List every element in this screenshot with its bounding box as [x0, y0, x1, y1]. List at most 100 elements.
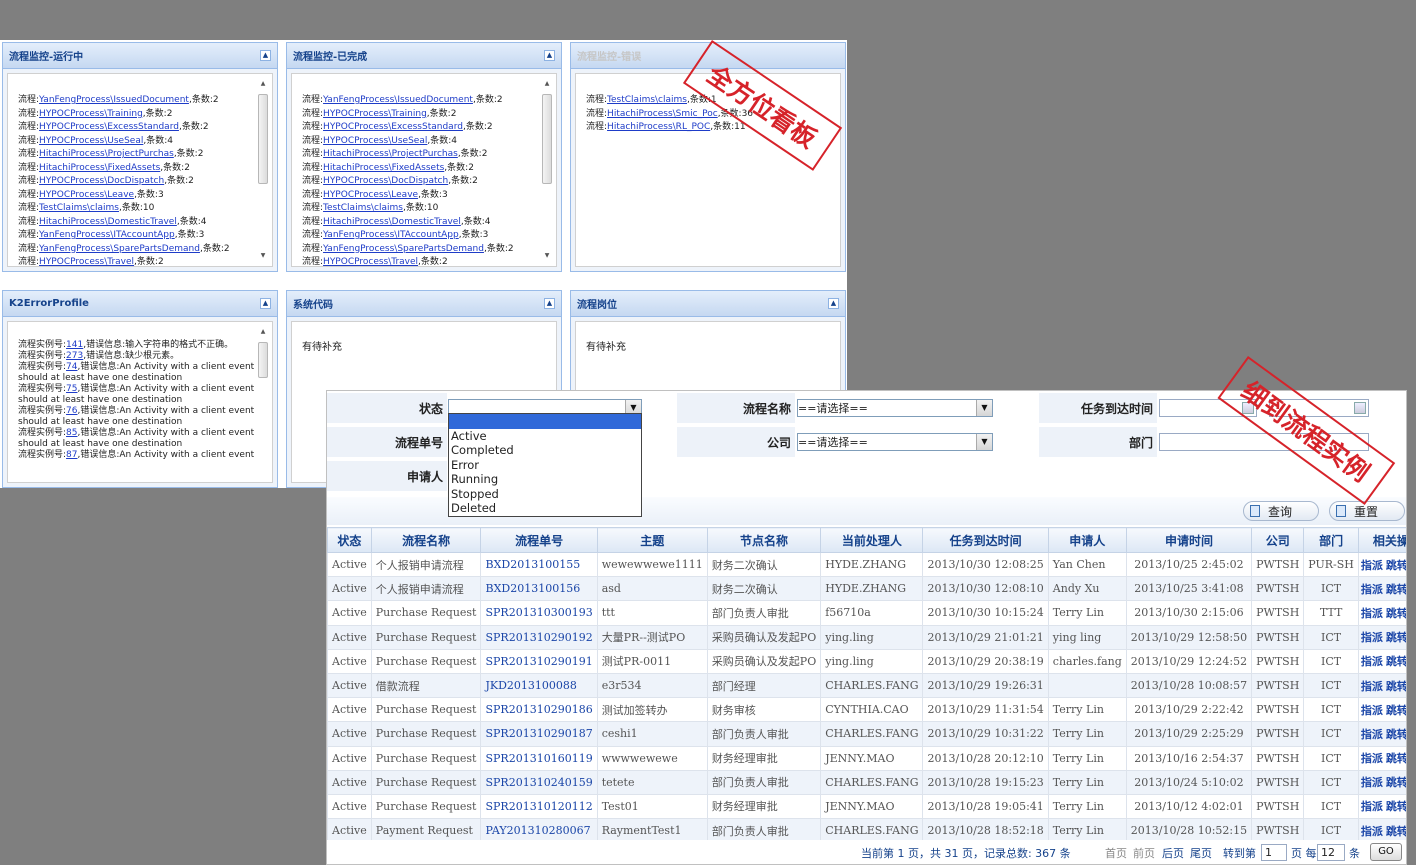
column-header[interactable]: 当前处理人: [820, 527, 924, 553]
row-action-link[interactable]: 跳转: [1386, 704, 1406, 717]
row-action-link[interactable]: 跳转: [1386, 825, 1406, 838]
process-link[interactable]: 85: [66, 428, 77, 438]
column-header[interactable]: 部门: [1303, 527, 1359, 553]
process-link[interactable]: HitachiProcess\RL_POC: [607, 122, 710, 132]
process-link[interactable]: YanFengProcess\IssuedDocument: [323, 95, 473, 105]
process-link[interactable]: HYPOCProcess\UseSeal: [39, 136, 143, 146]
scrollbar[interactable]: ▲ ▼: [541, 80, 553, 262]
row-action-link[interactable]: 跳转: [1386, 607, 1406, 620]
column-header[interactable]: 申请人: [1047, 527, 1127, 553]
row-action-link[interactable]: 指派: [1361, 559, 1383, 572]
process-link[interactable]: TestClaims\claims: [39, 203, 119, 213]
chevron-down-icon[interactable]: ▼: [976, 434, 992, 450]
collapse-icon[interactable]: ▲: [828, 298, 839, 309]
scrollbar[interactable]: ▲ ▼: [257, 80, 269, 262]
table-row[interactable]: Active 个人报销申请流程 BXD2013100155 wewewwewe1111…: [327, 551, 1406, 578]
process-link[interactable]: HitachiProcess\ProjectPurchas: [323, 149, 458, 159]
table-row[interactable]: Active Purchase Request SPR201310290191 测试P…: [327, 648, 1406, 674]
per-page-input[interactable]: 12: [1317, 844, 1345, 861]
row-action-link[interactable]: 跳转: [1386, 680, 1406, 693]
process-link[interactable]: YanFengProcess\IssuedDocument: [39, 95, 189, 105]
row-action-link[interactable]: 跳转: [1386, 800, 1406, 813]
row-action-link[interactable]: 跳转: [1386, 655, 1406, 668]
process-no-link[interactable]: SPR201310240159: [480, 769, 598, 795]
row-action-link[interactable]: 指派: [1361, 800, 1383, 813]
process-link[interactable]: HYPOCProcess\Training: [39, 109, 143, 119]
column-header[interactable]: 申请时间: [1125, 527, 1253, 553]
process-link[interactable]: 74: [66, 362, 77, 372]
company-select[interactable]: ==请选择== ▼: [797, 433, 993, 451]
row-action-link[interactable]: 指派: [1361, 704, 1383, 717]
table-row[interactable]: Active Purchase Request SPR201310120112 Tes…: [327, 793, 1406, 820]
column-header[interactable]: 相关操作: [1357, 527, 1406, 553]
prev-page-link[interactable]: 前页: [1133, 845, 1155, 861]
row-action-link[interactable]: 指派: [1361, 752, 1383, 765]
process-name-select[interactable]: ==请选择== ▼: [797, 399, 993, 417]
collapse-icon[interactable]: ▲: [544, 298, 555, 309]
go-button[interactable]: GO: [1370, 843, 1402, 861]
process-link[interactable]: 75: [66, 384, 77, 394]
process-link[interactable]: TestClaims\claims: [607, 95, 687, 105]
process-link[interactable]: YanFengProcess\SparePartsDemand: [323, 244, 484, 254]
process-no-link[interactable]: SPR201310120112: [480, 793, 598, 820]
table-row[interactable]: Active Purchase Request SPR201310160119 www…: [327, 745, 1406, 771]
table-row[interactable]: Active 个人报销申请流程 BXD2013100156 asd 财务二次确认 HYDE…: [327, 576, 1406, 602]
column-header[interactable]: 任务到达时间: [922, 527, 1049, 553]
row-action-link[interactable]: 指派: [1361, 631, 1383, 644]
next-page-link[interactable]: 后页: [1162, 845, 1184, 861]
process-link[interactable]: 76: [66, 406, 77, 416]
collapse-icon[interactable]: ▲: [260, 50, 271, 61]
row-action-link[interactable]: 跳转: [1386, 728, 1406, 741]
process-link[interactable]: 273: [66, 351, 83, 361]
status-option[interactable]: Completed: [449, 443, 641, 458]
row-action-link[interactable]: 跳转: [1386, 752, 1406, 765]
status-option[interactable]: Active: [449, 429, 641, 444]
process-no-link[interactable]: JKD2013100088: [480, 672, 598, 699]
process-link[interactable]: HYPOCProcess\DocDispatch: [39, 176, 164, 186]
column-header[interactable]: 公司: [1251, 527, 1305, 553]
process-no-link[interactable]: SPR201310160119: [480, 745, 598, 771]
process-link[interactable]: HYPOCProcess\Travel: [39, 257, 134, 266]
column-header[interactable]: 流程单号: [480, 527, 598, 553]
row-action-link[interactable]: 跳转: [1386, 583, 1406, 596]
status-option[interactable]: Stopped: [449, 487, 641, 502]
row-action-link[interactable]: 跳转: [1386, 776, 1406, 789]
process-link[interactable]: 141: [66, 340, 83, 350]
column-header[interactable]: 主题: [596, 527, 708, 553]
row-action-link[interactable]: 指派: [1361, 607, 1383, 620]
process-link[interactable]: HYPOCProcess\Leave: [323, 190, 418, 200]
scrollbar[interactable]: ▲: [257, 328, 269, 478]
row-action-link[interactable]: 指派: [1361, 776, 1383, 789]
process-link[interactable]: TestClaims\claims: [323, 203, 403, 213]
process-no-link[interactable]: SPR201310300193: [480, 600, 598, 626]
table-row[interactable]: Active 借款流程 JKD2013100088 e3r534 部门经理 CHARLES…: [327, 672, 1406, 699]
status-option[interactable]: Running: [449, 472, 641, 487]
first-page-link[interactable]: 首页: [1105, 845, 1127, 861]
collapse-icon[interactable]: ▲: [544, 50, 555, 61]
calendar-icon[interactable]: [1354, 402, 1366, 414]
collapse-icon[interactable]: ▲: [260, 298, 271, 309]
last-page-link[interactable]: 尾页: [1190, 845, 1212, 861]
reset-button[interactable]: 重置: [1329, 501, 1405, 521]
status-option[interactable]: [449, 414, 641, 429]
query-button[interactable]: 查询: [1243, 501, 1319, 521]
page-number-input[interactable]: 1: [1261, 844, 1287, 861]
process-link[interactable]: HYPOCProcess\ExcessStandard: [39, 122, 179, 132]
row-action-link[interactable]: 指派: [1361, 825, 1383, 838]
process-link[interactable]: HYPOCProcess\Travel: [323, 257, 418, 266]
process-no-link[interactable]: SPR201310290187: [480, 721, 598, 747]
column-header[interactable]: 节点名称: [706, 527, 822, 553]
process-link[interactable]: HitachiProcess\DomesticTravel: [39, 217, 177, 227]
process-link[interactable]: YanFengProcess\ITAccountApp: [323, 230, 459, 240]
row-action-link[interactable]: 跳转: [1386, 631, 1406, 644]
table-row[interactable]: Active Purchase Request SPR201310290186 测试加…: [327, 697, 1406, 723]
process-link[interactable]: HYPOCProcess\UseSeal: [323, 136, 427, 146]
status-dropdown-list[interactable]: Active Completed Error Running Stopped Delete…: [448, 413, 642, 517]
process-link[interactable]: HYPOCProcess\Training: [323, 109, 427, 119]
process-no-link[interactable]: SPR201310290192: [480, 624, 598, 650]
row-action-link[interactable]: 指派: [1361, 655, 1383, 668]
process-link[interactable]: HYPOCProcess\ExcessStandard: [323, 122, 463, 132]
row-action-link[interactable]: 指派: [1361, 728, 1383, 741]
process-link[interactable]: HitachiProcess\ProjectPurchas: [39, 149, 174, 159]
table-row[interactable]: Active Purchase Request SPR201310240159 tet…: [327, 769, 1406, 795]
